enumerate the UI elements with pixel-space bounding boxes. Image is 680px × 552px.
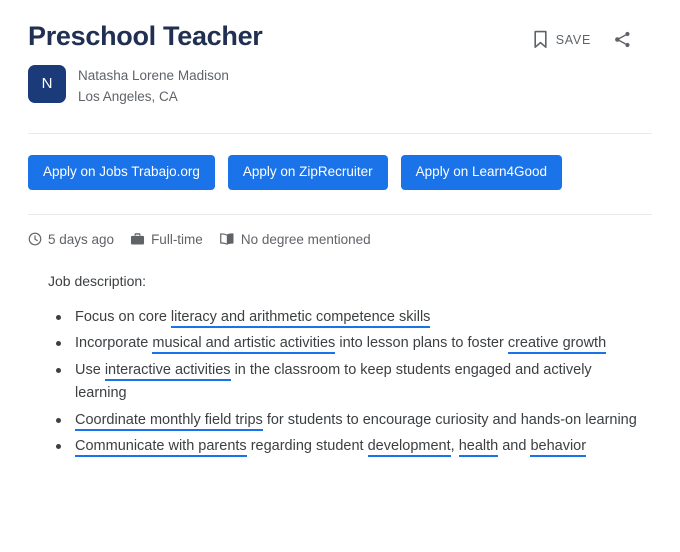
header-actions: SAVE <box>532 22 652 49</box>
meta-employment-type-label: Full-time <box>151 231 203 247</box>
page-title: Preschool Teacher <box>28 21 263 51</box>
highlighted-phrase[interactable]: Coordinate monthly field trips <box>75 411 263 431</box>
meta-education: No degree mentioned <box>219 232 371 247</box>
job-posting-card: Preschool Teacher SAVE N Natasha Lorene … <box>0 0 680 552</box>
bullet-text: into lesson plans to foster <box>335 335 508 352</box>
bullet-text: Use <box>75 361 105 378</box>
meta-posted-date-label: 5 days ago <box>48 231 115 247</box>
highlighted-phrase[interactable]: development <box>367 438 451 458</box>
highlighted-phrase[interactable]: musical and artistic activities <box>152 335 336 355</box>
list-item: Use interactive activities in the classr… <box>56 359 652 406</box>
company-name: Natasha Lorene Madison <box>78 67 229 83</box>
bullet-text: Focus on core <box>75 308 171 325</box>
meta-posted-date: 5 days ago <box>28 232 114 247</box>
save-label: SAVE <box>555 32 591 47</box>
divider-top <box>28 132 652 134</box>
apply-button-jobs-trabajo[interactable]: Apply on Jobs Trabajo.org <box>28 154 215 190</box>
apply-button-learn4good[interactable]: Apply on Learn4Good <box>400 154 563 190</box>
list-item: Communicate with parents regarding stude… <box>56 435 652 458</box>
highlighted-phrase[interactable]: health <box>458 438 499 458</box>
apply-button-ziprecruiter[interactable]: Apply on ZipRecruiter <box>227 154 388 190</box>
highlighted-phrase[interactable]: interactive activities <box>104 361 231 381</box>
company-info: N Natasha Lorene Madison Los Angeles, CA <box>28 64 652 107</box>
meta-education-label: No degree mentioned <box>240 231 371 247</box>
bullet-text: for students to encourage curiosity and … <box>262 411 637 428</box>
description-label: Job description: <box>48 272 147 289</box>
highlighted-phrase[interactable]: behavior <box>530 438 587 458</box>
header: Preschool Teacher SAVE <box>28 0 652 52</box>
job-meta: 5 days ago Full-time No degree mentioned <box>28 232 652 247</box>
bookmark-icon <box>532 30 549 49</box>
clock-icon <box>28 232 42 246</box>
company-location: Los Angeles, CA <box>78 89 178 105</box>
briefcase-icon <box>130 232 145 246</box>
description-list: Focus on core literacy and arithmetic co… <box>28 306 652 459</box>
bullet-text: and <box>498 438 531 455</box>
list-item: Incorporate musical and artistic activit… <box>56 332 652 355</box>
share-icon <box>613 30 632 49</box>
list-item: Focus on core literacy and arithmetic co… <box>56 306 652 329</box>
bullet-text: Incorporate <box>75 335 153 352</box>
avatar: N <box>28 64 66 103</box>
meta-employment-type: Full-time <box>130 232 203 247</box>
highlighted-phrase[interactable]: literacy and arithmetic competence skill… <box>170 308 431 328</box>
share-button[interactable] <box>613 30 632 49</box>
highlighted-phrase[interactable]: creative growth <box>507 335 607 355</box>
company-text: Natasha Lorene Madison Los Angeles, CA <box>78 65 229 107</box>
highlighted-phrase[interactable]: Communicate with parents <box>75 438 247 458</box>
bullet-text: regarding student <box>246 438 368 455</box>
bullet-text: , <box>450 438 459 455</box>
apply-buttons: Apply on Jobs Trabajo.org Apply on ZipRe… <box>28 154 652 190</box>
save-button[interactable]: SAVE <box>532 30 591 49</box>
divider-bottom <box>28 213 652 215</box>
book-icon <box>219 232 235 246</box>
list-item: Coordinate monthly field trips for stude… <box>56 409 652 432</box>
